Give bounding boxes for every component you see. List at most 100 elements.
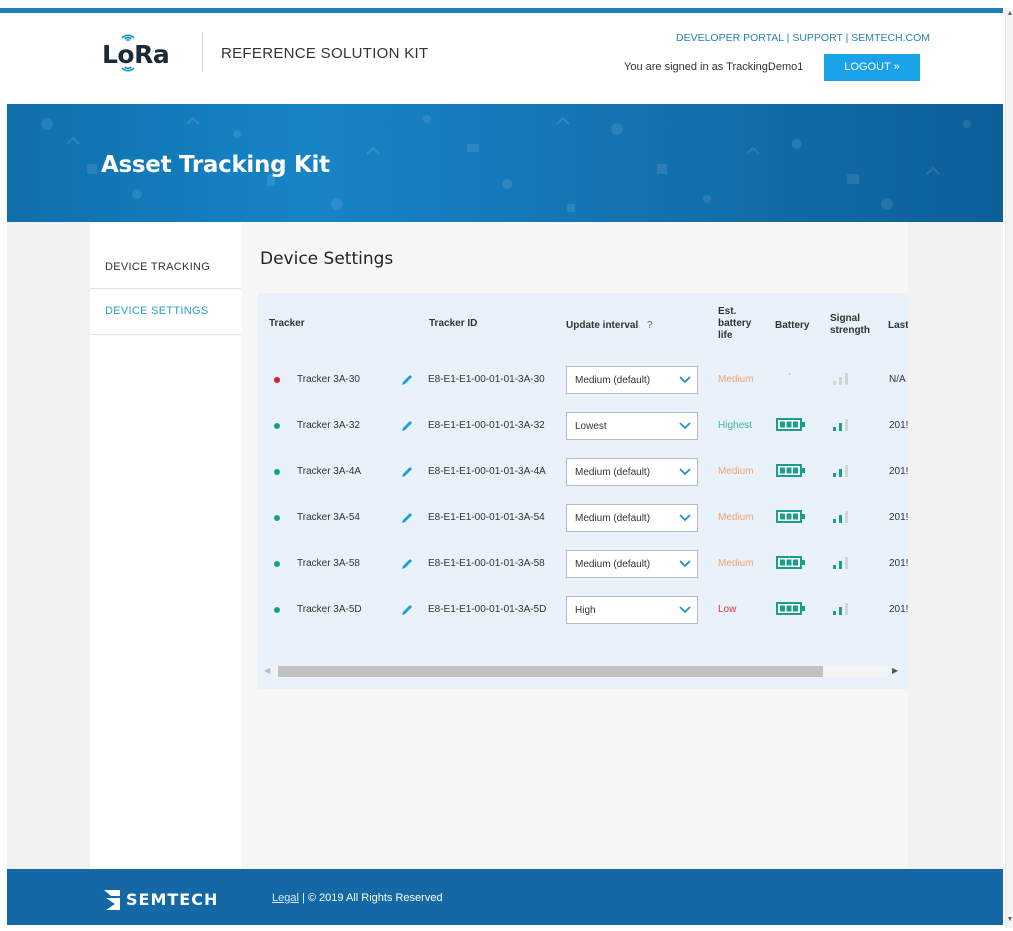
table-row: Tracker 3A-58 E8-E1-E1-00-01-01-3A-58 Me…: [258, 541, 908, 587]
developer-portal-link[interactable]: DEVELOPER PORTAL: [676, 32, 784, 44]
last-seen: 201!: [889, 466, 908, 477]
top-links: DEVELOPER PORTAL | SUPPORT | SEMTECH.COM: [676, 32, 930, 44]
signal-strength-icon: [833, 465, 848, 477]
est-battery-life: Medium: [718, 374, 754, 385]
scroll-right-arrow-icon[interactable]: ▶: [892, 666, 898, 675]
tracker-id: E8-E1-E1-00-01-01-3A-32: [428, 420, 545, 431]
column-header-battery[interactable]: Battery: [775, 320, 809, 332]
last-seen: 201!: [889, 604, 908, 615]
edit-pencil-icon[interactable]: [400, 603, 414, 617]
column-header-est-battery-life[interactable]: Est. battery life: [718, 306, 751, 342]
scroll-left-arrow-icon[interactable]: ◀: [264, 666, 270, 675]
edit-pencil-icon[interactable]: [400, 511, 414, 525]
column-header-tracker-id[interactable]: Tracker ID: [429, 318, 477, 330]
last-seen: N/A: [889, 374, 906, 385]
select-value: Medium (default): [575, 375, 651, 386]
semtech-com-link[interactable]: SEMTECH.COM: [851, 32, 930, 44]
tracker-name: Tracker 3A-32: [297, 420, 360, 431]
table-row: Tracker 3A-5D E8-E1-E1-00-01-01-3A-5D Hi…: [258, 587, 908, 633]
signal-label-line2: strength: [830, 325, 870, 336]
column-header-signal-strength[interactable]: Signal strength: [830, 313, 870, 337]
lora-logo[interactable]: LoRa: [102, 28, 188, 76]
battery-none: -: [788, 369, 792, 380]
tracker-id: E8-E1-E1-00-01-01-3A-54: [428, 512, 545, 523]
status-dot: [274, 377, 280, 383]
legal-link[interactable]: Legal: [272, 892, 299, 904]
top-accent-line: [0, 8, 1003, 13]
chevron-down-icon: [679, 560, 691, 568]
update-interval-select[interactable]: Medium (default): [566, 504, 698, 532]
last-seen: 201!: [889, 420, 908, 431]
status-dot: [274, 423, 280, 429]
update-interval-select[interactable]: Medium (default): [566, 550, 698, 578]
semtech-mark-icon: [104, 890, 120, 910]
semtech-logo-text: SEMTECH: [126, 890, 219, 909]
page-scrollbar[interactable]: ▲ ▼: [1005, 8, 1013, 928]
tracker-id: E8-E1-E1-00-01-01-3A-58: [428, 558, 545, 569]
last-seen: 201!: [889, 558, 908, 569]
select-value: Medium (default): [575, 559, 651, 570]
signal-none-icon: [833, 373, 848, 385]
sidebar: [90, 222, 241, 869]
est-battery-life: Highest: [718, 420, 752, 431]
sidebar-item-device-settings[interactable]: DEVICE SETTINGS: [105, 305, 209, 317]
section-title: Device Settings: [260, 249, 394, 269]
tracker-id: E8-E1-E1-00-01-01-3A-4A: [428, 466, 546, 477]
est-battery-label-line1: Est.: [718, 306, 737, 317]
device-settings-table: Tracker Tracker ID Update interval ? Est…: [258, 293, 908, 689]
sidebar-divider: [90, 334, 241, 335]
battery-full-icon: [776, 510, 805, 523]
scrollbar-thumb[interactable]: [278, 666, 823, 677]
update-interval-select[interactable]: High: [566, 596, 698, 624]
update-interval-select[interactable]: Lowest: [566, 412, 698, 440]
table-row: Tracker 3A-30 E8-E1-E1-00-01-01-3A-30 Me…: [258, 357, 908, 403]
est-battery-life: Medium: [718, 466, 754, 477]
select-value: Lowest: [575, 421, 607, 432]
copyright-text: | © 2019 All Rights Reserved: [298, 892, 443, 904]
sidebar-divider: [90, 288, 241, 289]
est-battery-life: Medium: [718, 512, 754, 523]
chevron-down-icon: [679, 514, 691, 522]
edit-pencil-icon[interactable]: [400, 419, 414, 433]
battery-full-icon: [776, 418, 805, 431]
est-battery-label-line2: battery: [718, 318, 752, 329]
chevron-down-icon: [679, 376, 691, 384]
sidebar-item-device-tracking[interactable]: DEVICE TRACKING: [105, 261, 210, 273]
status-dot: [274, 469, 280, 475]
table-horizontal-scrollbar[interactable]: ◀ ▶: [262, 663, 904, 680]
signal-strength-icon: [833, 419, 848, 431]
scroll-down-arrow-icon[interactable]: ▼: [1006, 916, 1013, 924]
chevron-down-icon: [679, 468, 691, 476]
signal-strength-icon: [833, 557, 848, 569]
column-header-update-interval[interactable]: Update interval ?: [566, 320, 653, 332]
logout-button[interactable]: LOGOUT »: [824, 54, 920, 81]
tracker-name: Tracker 3A-30: [297, 374, 360, 385]
column-header-last[interactable]: Last: [888, 320, 908, 332]
lora-signal-waves-bottom-icon: [121, 66, 135, 72]
est-battery-label-line3: life: [718, 330, 733, 341]
select-value: Medium (default): [575, 467, 651, 478]
battery-full-icon: [776, 602, 805, 615]
signal-strength-icon: [833, 603, 848, 615]
battery-full-icon: [776, 556, 805, 569]
column-header-tracker[interactable]: Tracker: [269, 318, 305, 330]
edit-pencil-icon[interactable]: [400, 373, 414, 387]
tracker-id: E8-E1-E1-00-01-01-3A-5D: [428, 604, 547, 615]
tracker-id: E8-E1-E1-00-01-01-3A-30: [428, 374, 545, 385]
footer-legal: Legal | © 2019 All Rights Reserved: [272, 892, 443, 904]
support-link[interactable]: SUPPORT: [792, 32, 842, 44]
scroll-up-arrow-icon[interactable]: ▲: [1006, 10, 1013, 18]
select-value: Medium (default): [575, 513, 651, 524]
edit-pencil-icon[interactable]: [400, 465, 414, 479]
update-interval-select[interactable]: Medium (default): [566, 366, 698, 394]
update-interval-label: Update interval: [566, 320, 639, 331]
last-seen: 201!: [889, 512, 908, 523]
edit-pencil-icon[interactable]: [400, 557, 414, 571]
signal-strength-icon: [833, 511, 848, 523]
chevron-down-icon: [679, 606, 691, 614]
select-value: High: [575, 605, 596, 616]
update-interval-select[interactable]: Medium (default): [566, 458, 698, 486]
link-separator: |: [842, 32, 852, 44]
semtech-logo[interactable]: SEMTECH: [104, 890, 250, 910]
help-icon[interactable]: ?: [647, 320, 653, 331]
